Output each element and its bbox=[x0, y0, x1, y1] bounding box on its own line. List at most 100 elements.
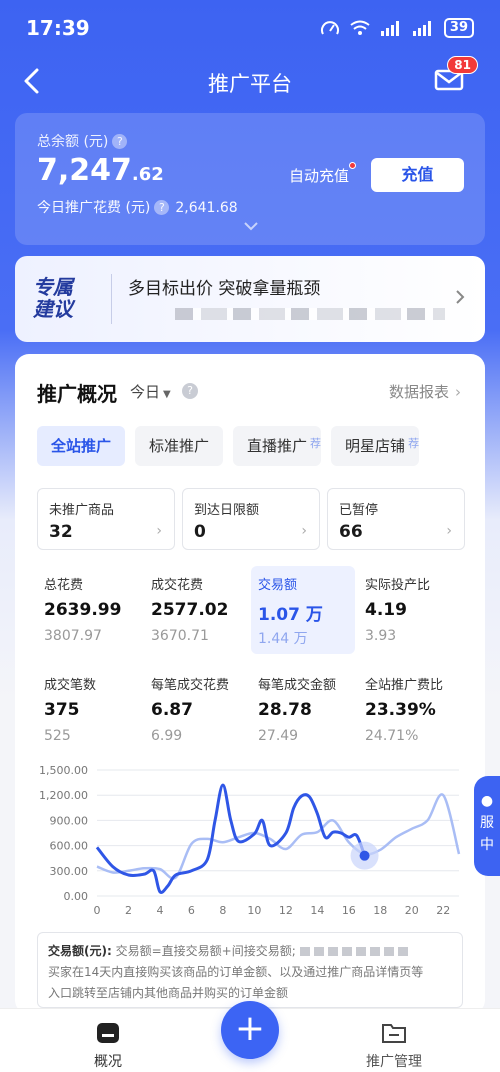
tab-label: 标准推广 bbox=[149, 437, 210, 455]
promo-type-tabs: 全站推广 标准推广 直播推广荐 明星店铺荐 bbox=[37, 426, 420, 466]
auto-recharge-label: 自动充值 bbox=[289, 167, 350, 185]
signal-icon-2 bbox=[412, 21, 431, 36]
balance-amount: 7,247.62 bbox=[37, 153, 164, 188]
overview-help-icon[interactable]: ? bbox=[182, 383, 198, 399]
metric-compare: 525 bbox=[44, 728, 71, 744]
trend-chart[interactable]: 1,500.00 1,200.00 900.00 600.00 300.00 0.00 0 2… bbox=[15, 754, 485, 932]
y-tick-label: 0.00 bbox=[64, 890, 89, 903]
promo-banner[interactable]: 专属 建议 多目标出价 突破拿量瓶颈 bbox=[15, 256, 485, 342]
metric-compare: 27.49 bbox=[258, 728, 299, 744]
banner-text: 多目标出价 突破拿量瓶颈 bbox=[128, 279, 321, 299]
nav-bar: 推广平台 81 bbox=[0, 56, 500, 108]
stat-boxes: 未推广商品 32 › 到达日限额 0 › 已暂停 66 › bbox=[37, 488, 465, 550]
recommend-tag: 荐 bbox=[408, 437, 420, 450]
metric-gmv[interactable]: 交易额 1.07 万 1.44 万 bbox=[251, 566, 355, 654]
tab-standard[interactable]: 标准推广 bbox=[135, 426, 224, 466]
nav-overview-label: 概况 bbox=[94, 1054, 122, 1070]
status-icons: 39 bbox=[320, 18, 474, 38]
metric-label: 每笔成交花费 bbox=[151, 678, 230, 693]
daily-limit-box[interactable]: 到达日限额 0 › bbox=[182, 488, 320, 550]
balance-card: 总余额 (元)? 7,247.62 今日推广花费 (元)? 2,641.68 自动… bbox=[15, 113, 485, 245]
exclusive-advice-logo: 专属 建议 bbox=[33, 276, 73, 320]
stat-value: 32 bbox=[49, 522, 73, 542]
metric-value: 6.87 bbox=[151, 700, 193, 720]
metric-value: 4.19 bbox=[365, 600, 407, 620]
metric-compare: 1.44 万 bbox=[258, 631, 308, 647]
recharge-button[interactable]: 充值 bbox=[371, 158, 464, 192]
x-tick-label: 20 bbox=[405, 904, 419, 917]
stat-label: 到达日限额 bbox=[194, 503, 260, 518]
metric-value: 28.78 bbox=[258, 700, 312, 720]
help-icon[interactable]: ? bbox=[112, 134, 128, 149]
today-spend-value: 2,641.68 bbox=[175, 200, 238, 216]
stat-value: 66 bbox=[339, 522, 363, 542]
today-spend: 今日推广花费 (元)? 2,641.68 bbox=[37, 197, 238, 217]
metric-amount-per-order[interactable]: 每笔成交金额 28.78 27.49 bbox=[251, 666, 355, 754]
nav-manage-label: 推广管理 bbox=[366, 1054, 422, 1070]
tab-star-store[interactable]: 明星店铺荐 bbox=[331, 426, 420, 466]
recommend-tag: 荐 bbox=[310, 437, 322, 450]
date-selector[interactable]: 今日 ▼ bbox=[130, 381, 171, 402]
x-tick-label: 16 bbox=[342, 904, 356, 917]
metric-total-spend[interactable]: 总花费 2639.99 3807.97 bbox=[37, 566, 141, 654]
nav-manage[interactable]: 推广管理 bbox=[352, 1021, 436, 1071]
unpromoted-products-box[interactable]: 未推广商品 32 › bbox=[37, 488, 175, 550]
metric-promo-cost-ratio[interactable]: 全站推广费比 23.39% 24.71% bbox=[358, 666, 462, 754]
x-tick-label: 4 bbox=[156, 904, 163, 917]
auto-recharge-link[interactable]: 自动充值 bbox=[289, 162, 357, 186]
tab-label: 明星店铺 bbox=[345, 437, 406, 455]
x-tick-label: 12 bbox=[279, 904, 293, 917]
metric-compare: 3807.97 bbox=[44, 628, 102, 644]
metric-deal-spend[interactable]: 成交花费 2577.02 3670.71 bbox=[144, 566, 248, 654]
gmv-explanation: 交易额(元): 交易额=直接交易额+间接交易额; 买家在14天内直接购买该商品的… bbox=[37, 932, 463, 1008]
divider bbox=[111, 274, 112, 324]
blurred-content bbox=[175, 308, 445, 320]
y-tick-label: 900.00 bbox=[50, 814, 89, 827]
metric-label: 每笔成交金额 bbox=[258, 678, 337, 693]
report-link-label: 数据报表 bbox=[388, 383, 449, 401]
metric-value: 375 bbox=[44, 700, 80, 720]
tab-site-wide[interactable]: 全站推广 bbox=[37, 426, 126, 466]
note-text: 买家在14天内直接购买该商品的订单金额、以及通过推广商品详情页等 bbox=[48, 965, 424, 979]
balance-label-text: 总余额 (元) bbox=[37, 134, 109, 150]
tab-live[interactable]: 直播推广荐 bbox=[233, 426, 322, 466]
today-help-icon[interactable]: ? bbox=[154, 200, 170, 215]
customer-service-tab[interactable]: ● 服 中 bbox=[474, 776, 500, 876]
balance-amount-dec: .62 bbox=[131, 164, 164, 185]
metric-label: 成交笔数 bbox=[44, 678, 97, 693]
metric-compare: 6.99 bbox=[151, 728, 183, 744]
paused-box[interactable]: 已暂停 66 › bbox=[327, 488, 465, 550]
y-tick-label: 1,200.00 bbox=[39, 789, 88, 802]
caret-down-icon: ▼ bbox=[163, 389, 171, 400]
metric-roi[interactable]: 实际投产比 4.19 3.93 bbox=[358, 566, 462, 654]
chevron-down-icon[interactable] bbox=[243, 221, 259, 231]
metric-orders[interactable]: 成交笔数 375 525 bbox=[37, 666, 141, 754]
stat-label: 未推广商品 bbox=[49, 503, 115, 518]
x-tick-label: 18 bbox=[373, 904, 387, 917]
status-bar: 17:39 39 bbox=[0, 0, 500, 56]
highlight-point bbox=[359, 850, 370, 861]
metric-label: 成交花费 bbox=[151, 578, 204, 593]
chevron-right-icon: › bbox=[455, 383, 461, 401]
nav-overview[interactable]: 概况 bbox=[86, 1021, 130, 1071]
data-report-link[interactable]: 数据报表 › bbox=[389, 381, 461, 402]
metric-label: 实际投产比 bbox=[365, 578, 431, 593]
blurred-content bbox=[299, 947, 410, 956]
note-text: 交易额=直接交易额+间接交易额; bbox=[115, 944, 296, 958]
tab-label: 直播推广 bbox=[247, 437, 308, 455]
x-tick-label: 0 bbox=[94, 904, 101, 917]
metric-value: 1.07 万 bbox=[258, 605, 323, 625]
float-tab-text: 服 bbox=[480, 815, 494, 831]
series-line-today bbox=[95, 783, 366, 894]
metric-cost-per-order[interactable]: 每笔成交花费 6.87 6.99 bbox=[144, 666, 248, 754]
metric-value: 23.39% bbox=[365, 700, 436, 720]
add-button[interactable]: + bbox=[221, 1001, 279, 1059]
status-time: 17:39 bbox=[26, 16, 90, 40]
series-line-compare bbox=[96, 793, 461, 880]
metric-compare: 24.71% bbox=[365, 728, 419, 744]
metric-value: 2577.02 bbox=[151, 600, 229, 620]
balance-amount-int: 7,247 bbox=[37, 153, 132, 188]
stat-value: 0 bbox=[194, 522, 206, 542]
wifi-icon bbox=[350, 20, 370, 35]
metric-compare: 3.93 bbox=[365, 628, 397, 644]
